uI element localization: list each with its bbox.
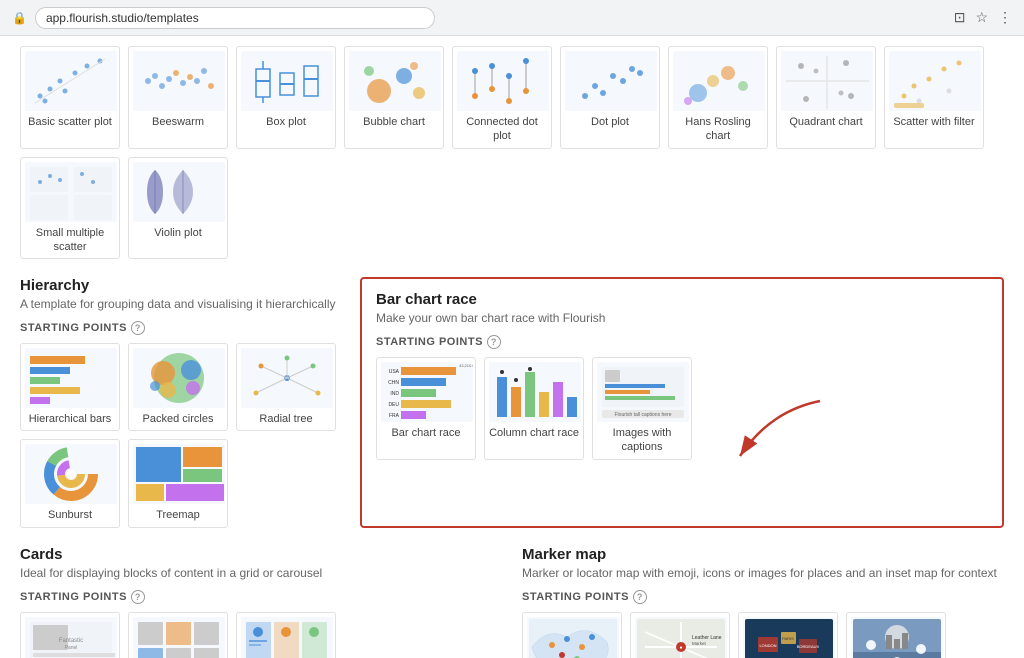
hierarchy-thumbs: Hierarchical bars Packed: [20, 343, 340, 528]
svg-text:FRA: FRA: [389, 413, 400, 419]
marker-map-help-icon[interactable]: ?: [633, 590, 647, 604]
svg-text:Flourish tall captions here: Flourish tall captions here: [615, 412, 672, 418]
thumb-column-chart-race[interactable]: Column chart race: [484, 357, 584, 460]
cards-title: Cards: [20, 546, 502, 563]
hierarchy-desc: A template for grouping data and visuali…: [20, 297, 340, 311]
hierarchy-help-icon[interactable]: ?: [131, 321, 145, 335]
cards-help-icon[interactable]: ?: [131, 590, 145, 604]
marker-map-thumbs: Category dot map ●: [522, 612, 1004, 658]
small-scatter-row: Small multiple scatter Violin plot: [20, 157, 1004, 260]
svg-text:Market: Market: [692, 641, 707, 646]
thumb-carousel[interactable]: Fantastic Panel Carousel: [20, 612, 120, 658]
marker-map-title: Marker map: [522, 546, 1004, 563]
thumb-hans-rosling[interactable]: Hans Rosling chart: [668, 46, 768, 149]
thumb-profiles[interactable]: Profiles: [236, 612, 336, 658]
cards-desc: Ideal for displaying blocks of content i…: [20, 566, 502, 580]
thumb-emoji-map[interactable]: LONDON PARIS BORDEAUX Emoji map: [738, 612, 838, 658]
bar-chart-race-thumbs: USA CHN IND DEU FRA 43,210.00 Bar chart …: [376, 357, 988, 460]
bookmark-icon: ☆: [975, 9, 988, 26]
lock-icon: 🔒: [12, 11, 27, 25]
menu-icon: ⋮: [998, 9, 1012, 26]
svg-text:PARIS: PARIS: [782, 636, 794, 641]
thumb-basic-scatter[interactable]: Basic scatter plot: [20, 46, 120, 149]
cards-thumbs: Fantastic Panel Carousel: [20, 612, 502, 658]
thumb-image-map[interactable]: Image map: [846, 612, 946, 658]
thumb-quadrant-chart[interactable]: Quadrant chart: [776, 46, 876, 149]
thumb-treemap[interactable]: Treemap: [128, 439, 228, 527]
bar-chart-race-section: Bar chart race Make your own bar chart r…: [360, 277, 1004, 528]
browser-bar: 🔒 app.flourish.studio/templates ⊡ ☆ ⋮: [0, 0, 1024, 36]
cards-section: Cards Ideal for displaying blocks of con…: [20, 546, 502, 658]
bar-chart-race-title: Bar chart race: [376, 291, 988, 308]
svg-text:Fantastic: Fantastic: [59, 638, 83, 644]
bar-chart-race-starting-points-label: STARTING POINTS ?: [376, 335, 988, 349]
hierarchy-starting-points-label: STARTING POINTS ?: [20, 321, 340, 335]
marker-map-section: Marker map Marker or locator map with em…: [522, 546, 1004, 658]
thumb-grid[interactable]: Grid: [128, 612, 228, 658]
main-content: Basic scatter plot Beeswarm: [0, 36, 1024, 658]
thumb-images-captions[interactable]: Flourish tall captions here Images with …: [592, 357, 692, 460]
thumb-radial-tree[interactable]: Radial tree: [236, 343, 336, 431]
thumb-hierarchical-bars[interactable]: Hierarchical bars: [20, 343, 120, 431]
bar-chart-race-desc: Make your own bar chart race with Flouri…: [376, 311, 988, 325]
svg-text:BORDEAUX: BORDEAUX: [797, 644, 820, 649]
thumb-city-level-map[interactable]: ● Leather Lane Market City level map: [630, 612, 730, 658]
cast-icon: ⊡: [954, 9, 966, 26]
svg-text:●: ●: [679, 645, 682, 651]
svg-text:IND: IND: [390, 391, 399, 397]
svg-text:Panel: Panel: [65, 645, 78, 651]
hierarchy-title: Hierarchy: [20, 277, 340, 294]
svg-text:USA: USA: [389, 369, 400, 375]
bar-chart-race-help-icon[interactable]: ?: [487, 335, 501, 349]
browser-icons: ⊡ ☆ ⋮: [954, 9, 1012, 26]
thumb-bar-chart-race[interactable]: USA CHN IND DEU FRA 43,210.00 Bar chart …: [376, 357, 476, 460]
thumb-connected-dot[interactable]: Connected dot plot: [452, 46, 552, 149]
thumb-packed-circles[interactable]: Packed circles: [128, 343, 228, 431]
svg-text:DEU: DEU: [388, 402, 399, 408]
marker-map-desc: Marker or locator map with emoji, icons …: [522, 566, 1004, 580]
scatter-grid: Basic scatter plot Beeswarm: [20, 36, 1004, 157]
svg-text:LONDON: LONDON: [759, 643, 776, 648]
thumb-small-multiple-scatter[interactable]: Small multiple scatter: [20, 157, 120, 260]
thumb-category-dot-map[interactable]: Category dot map: [522, 612, 622, 658]
url-bar[interactable]: app.flourish.studio/templates: [35, 7, 435, 29]
svg-text:CHN: CHN: [388, 380, 399, 386]
thumb-scatter-filter[interactable]: Scatter with filter: [884, 46, 984, 149]
thumb-violin-plot[interactable]: Violin plot: [128, 157, 228, 260]
hierarchy-section: Hierarchy A template for grouping data a…: [20, 277, 340, 528]
svg-text:43,210.00: 43,210.00: [459, 363, 473, 368]
marker-map-starting-points-label: STARTING POINTS ?: [522, 590, 1004, 604]
cards-starting-points-label: STARTING POINTS ?: [20, 590, 502, 604]
thumb-box-plot[interactable]: Box plot: [236, 46, 336, 149]
thumb-sunburst[interactable]: Sunburst: [20, 439, 120, 527]
thumb-beeswarm[interactable]: Beeswarm: [128, 46, 228, 149]
bottom-sections: Cards Ideal for displaying blocks of con…: [20, 546, 1004, 658]
thumb-bubble-chart[interactable]: Bubble chart: [344, 46, 444, 149]
hierarchy-race-row: Hierarchy A template for grouping data a…: [20, 277, 1004, 528]
thumb-dot-plot[interactable]: Dot plot: [560, 46, 660, 149]
